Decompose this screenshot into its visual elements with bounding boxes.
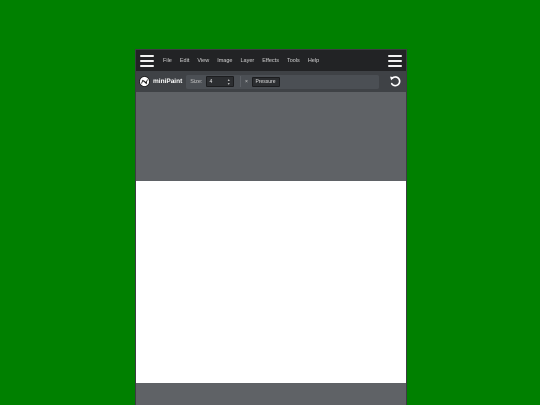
main-menu: File Edit View Image Layer Effects Tools… <box>163 58 327 64</box>
size-spinner[interactable]: ▲ ▼ <box>227 77 230 86</box>
divider <box>239 76 241 87</box>
undo-icon[interactable] <box>389 75 402 88</box>
hamburger-icon[interactable] <box>140 54 154 67</box>
minipaint-logo-icon[interactable] <box>139 76 150 87</box>
size-label: Size: <box>190 78 203 85</box>
menu-item-effects[interactable]: Effects <box>262 58 279 64</box>
workspace <box>136 92 406 405</box>
menu-item-layer[interactable]: Layer <box>240 58 254 64</box>
menu-item-tools[interactable]: Tools <box>287 58 300 64</box>
menu-item-file[interactable]: File <box>163 58 172 64</box>
menu-item-help[interactable]: Help <box>308 58 319 64</box>
size-value: 4 <box>209 78 213 85</box>
drawing-canvas[interactable] <box>136 181 406 383</box>
app-title: miniPaint <box>153 78 183 85</box>
size-input[interactable]: 4 ▲ ▼ <box>205 76 234 87</box>
menu-item-image[interactable]: Image <box>217 58 232 64</box>
menu-item-edit[interactable]: Edit <box>180 58 189 64</box>
tool-attributes-panel: Size: 4 ▲ ▼ × Pressure <box>186 74 380 89</box>
menu-bar: File Edit View Image Layer Effects Tools… <box>136 50 406 71</box>
menu-item-view[interactable]: View <box>197 58 209 64</box>
minipaint-app: File Edit View Image Layer Effects Tools… <box>136 50 406 405</box>
attributes-toolbar: miniPaint Size: 4 ▲ ▼ × Pressure <box>136 71 406 92</box>
pressure-button[interactable]: Pressure <box>251 76 280 87</box>
pressure-toggle-icon[interactable]: × <box>244 79 250 85</box>
chevron-down-icon[interactable]: ▼ <box>227 82 230 86</box>
hamburger-icon[interactable] <box>388 54 402 67</box>
